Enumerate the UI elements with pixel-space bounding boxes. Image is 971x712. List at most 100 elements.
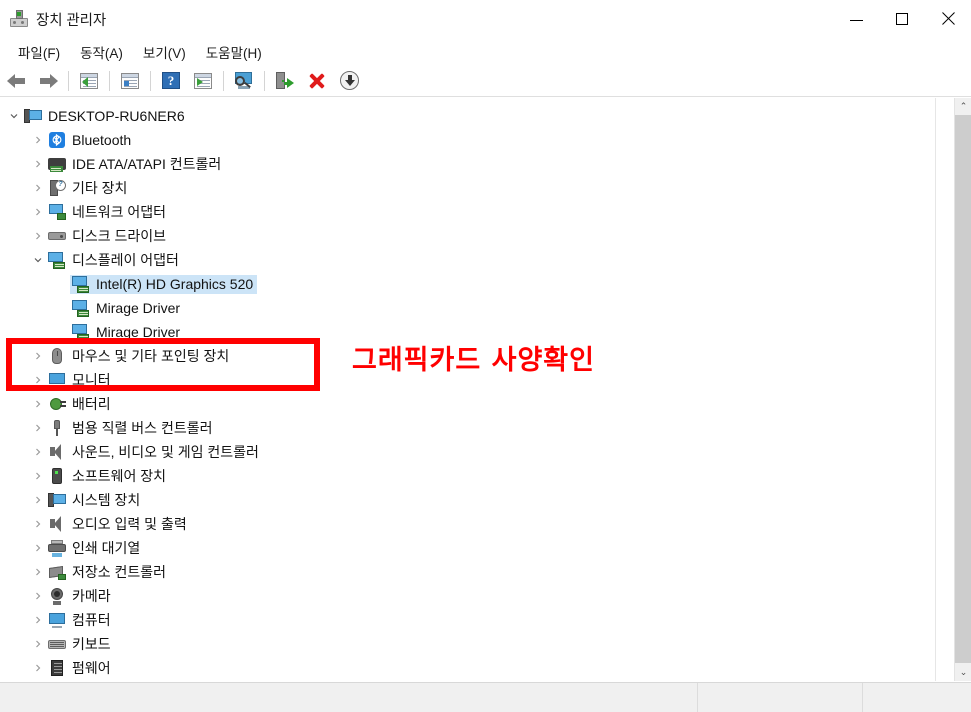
tree-item-label: 사운드, 비디오 및 게임 컨트롤러 bbox=[72, 444, 259, 460]
print-queue-icon bbox=[48, 539, 66, 557]
audio-io-icon bbox=[48, 515, 66, 533]
menu-view[interactable]: 보기(V) bbox=[133, 39, 196, 65]
delete-button[interactable] bbox=[304, 68, 330, 94]
tree-item-label: 오디오 입력 및 출력 bbox=[72, 516, 187, 532]
tree-item[interactable]: 키보드 bbox=[0, 632, 935, 656]
minimize-icon bbox=[849, 19, 863, 21]
chevron-right-icon[interactable] bbox=[30, 492, 46, 508]
usb-controller-icon bbox=[48, 419, 66, 437]
scroll-up-button[interactable]: ⌃ bbox=[955, 98, 971, 115]
tree-item-label: 기타 장치 bbox=[72, 180, 128, 196]
chevron-right-icon[interactable] bbox=[30, 564, 46, 580]
tree-item[interactable]: IDE ATA/ATAPI 컨트롤러 bbox=[0, 152, 935, 176]
tree-item[interactable]: ? 기타 장치 bbox=[0, 176, 935, 200]
status-pane-1 bbox=[0, 682, 698, 712]
tree-item-content: 시스템 장치 bbox=[46, 489, 144, 511]
tree-item-label: 펌웨어 bbox=[72, 660, 111, 676]
tree-item[interactable]: 오디오 입력 및 출력 bbox=[0, 512, 935, 536]
tree-item-label: 마우스 및 기타 포인팅 장치 bbox=[72, 348, 230, 364]
back-button[interactable] bbox=[3, 68, 29, 94]
show-hidden-button[interactable] bbox=[117, 68, 143, 94]
tree-item[interactable]: 컴퓨터 bbox=[0, 608, 935, 632]
properties-button[interactable] bbox=[76, 68, 102, 94]
tree-item-content: Mirage Driver bbox=[70, 323, 184, 342]
arrow-left-icon bbox=[6, 73, 26, 88]
close-button[interactable] bbox=[925, 0, 971, 38]
scrollbar-thumb[interactable] bbox=[955, 115, 971, 663]
tree-item[interactable]: Bluetooth bbox=[0, 128, 935, 152]
tree-item[interactable]: 카메라 bbox=[0, 584, 935, 608]
tree-item[interactable]: DESKTOP-RU6NER6 bbox=[0, 104, 935, 128]
update-driver-button[interactable] bbox=[190, 68, 216, 94]
tree-item[interactable]: 디스크 드라이브 bbox=[0, 224, 935, 248]
tree-item-content: 인쇄 대기열 bbox=[46, 537, 144, 559]
tree-item[interactable]: 소프트웨어 장치 bbox=[0, 464, 935, 488]
tree-item[interactable]: 저장소 컨트롤러 bbox=[0, 560, 935, 584]
chevron-right-icon[interactable] bbox=[30, 348, 46, 364]
chevron-right-icon[interactable] bbox=[30, 228, 46, 244]
scroll-down-button[interactable]: ⌄ bbox=[955, 664, 971, 681]
tree-item[interactable]: 펌웨어 bbox=[0, 656, 935, 680]
menu-action[interactable]: 동작(A) bbox=[70, 39, 133, 65]
disable-device-button[interactable] bbox=[336, 68, 362, 94]
tree-item-content: 키보드 bbox=[46, 633, 115, 655]
tool-bar: ? bbox=[0, 65, 971, 97]
chevron-right-icon[interactable] bbox=[30, 540, 46, 556]
tree-item-content: 펌웨어 bbox=[46, 657, 115, 679]
maximize-button[interactable] bbox=[879, 0, 925, 38]
tree-item[interactable]: Mirage Driver bbox=[0, 296, 935, 320]
tree-item[interactable]: 포트(COM & LPT) bbox=[0, 680, 935, 681]
chevron-down-icon[interactable] bbox=[6, 108, 22, 124]
tree-item-label: Intel(R) HD Graphics 520 bbox=[96, 276, 254, 292]
uninstall-device-button[interactable] bbox=[272, 68, 298, 94]
red-x-icon bbox=[308, 72, 326, 90]
forward-button[interactable] bbox=[35, 68, 61, 94]
chevron-right-icon[interactable] bbox=[30, 588, 46, 604]
chevron-right-icon[interactable] bbox=[30, 420, 46, 436]
chevron-right-icon[interactable] bbox=[30, 612, 46, 628]
software-device-icon bbox=[48, 467, 66, 485]
chevron-right-icon[interactable] bbox=[30, 156, 46, 172]
chevron-down-icon[interactable] bbox=[30, 252, 46, 268]
tree-item[interactable]: 인쇄 대기열 bbox=[0, 536, 935, 560]
system-device-icon bbox=[48, 492, 66, 509]
tree-item[interactable]: Intel(R) HD Graphics 520 bbox=[0, 272, 935, 296]
title-bar: 장치 관리자 bbox=[0, 0, 971, 38]
computer-icon bbox=[24, 108, 42, 125]
scan-hardware-button[interactable] bbox=[231, 68, 257, 94]
vertical-scrollbar[interactable]: ⌃ ⌄ bbox=[954, 98, 971, 681]
scan-monitor-icon bbox=[234, 72, 254, 89]
tree-item-label: 컴퓨터 bbox=[72, 612, 111, 628]
chevron-right-icon[interactable] bbox=[30, 204, 46, 220]
minimize-button[interactable] bbox=[833, 0, 879, 38]
tree-item[interactable]: 네트워크 어댑터 bbox=[0, 200, 935, 224]
menu-file[interactable]: 파일(F) bbox=[8, 39, 70, 65]
tree-item-label: 모니터 bbox=[72, 372, 111, 388]
tree-item[interactable]: 범용 직렬 버스 컨트롤러 bbox=[0, 416, 935, 440]
tree-item[interactable]: 배터리 bbox=[0, 392, 935, 416]
help-button[interactable]: ? bbox=[158, 68, 184, 94]
chevron-right-icon[interactable] bbox=[30, 180, 46, 196]
chevron-right-icon[interactable] bbox=[30, 516, 46, 532]
chevron-right-icon[interactable] bbox=[30, 372, 46, 388]
tree-item-label: 네트워크 어댑터 bbox=[72, 204, 167, 220]
tree-item[interactable]: 사운드, 비디오 및 게임 컨트롤러 bbox=[0, 440, 935, 464]
chevron-right-icon[interactable] bbox=[30, 132, 46, 148]
eject-device-icon bbox=[276, 72, 294, 89]
chevron-right-icon[interactable] bbox=[30, 444, 46, 460]
tree-item[interactable]: 시스템 장치 bbox=[0, 488, 935, 512]
tree-item-content: 네트워크 어댑터 bbox=[46, 201, 170, 223]
menu-help[interactable]: 도움말(H) bbox=[196, 39, 272, 65]
chevron-right-icon[interactable] bbox=[30, 660, 46, 676]
keyboard-icon bbox=[48, 636, 66, 653]
chevron-right-icon[interactable] bbox=[30, 636, 46, 652]
tree-item[interactable]: 디스플레이 어댑터 bbox=[0, 248, 935, 272]
chevron-right-icon[interactable] bbox=[30, 468, 46, 484]
chevron-right-icon[interactable] bbox=[30, 396, 46, 412]
annotation-note: 그래픽카드 사양확인 bbox=[352, 345, 595, 376]
network-adapter-icon bbox=[48, 203, 66, 221]
device-tree[interactable]: DESKTOP-RU6NER6 Bluetooth IDE ATA/ATAPI 컨트… bbox=[0, 98, 936, 681]
tree-item-content: 마우스 및 기타 포인팅 장치 bbox=[46, 345, 233, 367]
